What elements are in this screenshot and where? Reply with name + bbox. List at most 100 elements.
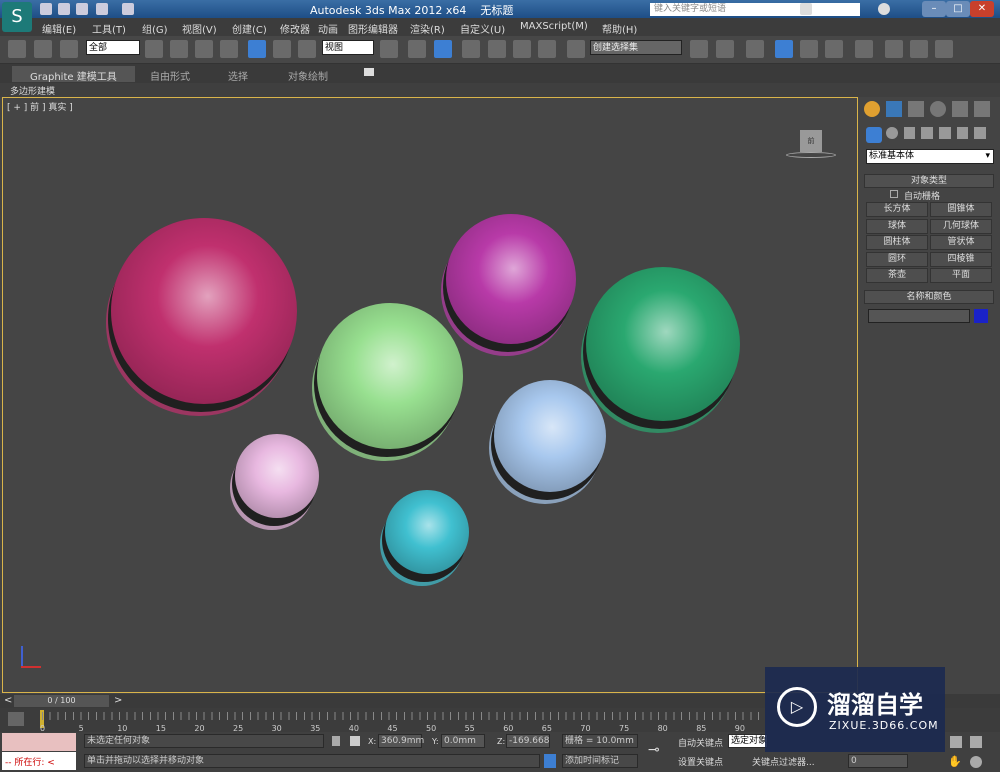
menu-item[interactable]: 视图(V) bbox=[182, 21, 217, 36]
display-tab-icon[interactable] bbox=[952, 101, 968, 117]
tab-selection[interactable]: 选择 bbox=[210, 66, 266, 83]
named-selection-dropdown[interactable]: 创建选择集 bbox=[590, 40, 682, 55]
zoom-extents-icon[interactable] bbox=[950, 736, 962, 748]
motion-tab-icon[interactable] bbox=[930, 101, 946, 117]
reference-coord-dropdown[interactable]: 视图 bbox=[322, 40, 374, 55]
key-filters-button[interactable]: 关键点过滤器... bbox=[752, 755, 815, 768]
graphite-toggle-icon[interactable] bbox=[775, 40, 793, 58]
mini-curve-editor-icon[interactable] bbox=[8, 712, 24, 726]
menu-item[interactable]: 创建(C) bbox=[232, 21, 267, 36]
material-editor-icon[interactable] bbox=[855, 40, 873, 58]
prev-frame-button[interactable]: < bbox=[4, 695, 12, 706]
create-object-button[interactable]: 茶壶 bbox=[866, 268, 928, 283]
menu-item[interactable]: 编辑(E) bbox=[42, 21, 76, 36]
select-object-icon[interactable] bbox=[145, 40, 163, 58]
menu-item[interactable]: 工具(T) bbox=[92, 21, 126, 36]
tab-graphite[interactable]: Graphite 建模工具 bbox=[12, 66, 135, 83]
selection-filter-dropdown[interactable]: 全部 bbox=[86, 40, 140, 55]
utilities-tab-icon[interactable] bbox=[974, 101, 990, 117]
geometry-icon[interactable] bbox=[866, 127, 882, 143]
bind-spacewarp-icon[interactable] bbox=[60, 40, 78, 58]
maxscript-listener[interactable] bbox=[2, 733, 76, 751]
window-crossing-icon[interactable] bbox=[220, 40, 238, 58]
create-object-button[interactable]: 圆环 bbox=[866, 251, 928, 267]
link-icon[interactable] bbox=[8, 40, 26, 58]
menu-item[interactable]: MAXScript(M) bbox=[520, 21, 588, 32]
create-object-button[interactable]: 球体 bbox=[866, 218, 928, 234]
hierarchy-tab-icon[interactable] bbox=[908, 101, 924, 117]
orbit-icon[interactable] bbox=[970, 756, 982, 768]
set-key-button[interactable]: 设置关键点 bbox=[678, 755, 723, 768]
tab-freeform[interactable]: 自由形式 bbox=[132, 66, 208, 83]
move-icon[interactable] bbox=[248, 40, 266, 58]
snap-3d-icon[interactable] bbox=[462, 40, 480, 58]
rendered-frame-icon[interactable] bbox=[910, 40, 928, 58]
schematic-view-icon[interactable] bbox=[825, 40, 843, 58]
create-tab-icon[interactable] bbox=[864, 101, 880, 117]
menu-item[interactable]: 动画 bbox=[318, 21, 338, 36]
object-type-rollout[interactable]: 对象类型 bbox=[864, 174, 994, 188]
create-object-button[interactable]: 管状体 bbox=[930, 235, 992, 250]
sphere[interactable] bbox=[235, 434, 319, 518]
ribbon-options-icon[interactable] bbox=[364, 68, 374, 76]
create-object-button[interactable]: 圆柱体 bbox=[866, 235, 928, 250]
current-frame-input[interactable]: 0 bbox=[848, 754, 908, 768]
auto-key-button[interactable]: 自动关键点 bbox=[678, 736, 723, 749]
menu-item[interactable]: 帮助(H) bbox=[602, 21, 637, 36]
select-by-name-icon[interactable] bbox=[170, 40, 188, 58]
scale-icon[interactable] bbox=[298, 40, 316, 58]
tab-object-paint[interactable]: 对象绘制 bbox=[270, 66, 346, 83]
next-frame-button[interactable]: > bbox=[114, 695, 122, 706]
manipulate-icon[interactable] bbox=[408, 40, 426, 58]
sphere[interactable] bbox=[385, 490, 469, 574]
unlink-icon[interactable] bbox=[34, 40, 52, 58]
open-file-icon[interactable] bbox=[58, 3, 70, 15]
sphere[interactable] bbox=[317, 303, 463, 449]
close-button[interactable]: ✕ bbox=[970, 1, 994, 17]
layer-manager-icon[interactable] bbox=[746, 40, 764, 58]
maxscript-line[interactable]: -- 所在行: < bbox=[2, 752, 76, 770]
viewcube-ring[interactable] bbox=[786, 152, 836, 158]
absolute-mode-icon[interactable] bbox=[350, 736, 360, 746]
spinner-snap-icon[interactable] bbox=[538, 40, 556, 58]
key-icon[interactable]: ⊸ bbox=[648, 742, 660, 758]
new-file-icon[interactable] bbox=[40, 3, 52, 15]
lock-icon[interactable] bbox=[332, 736, 340, 746]
category-dropdown[interactable]: 标准基本体 ▾ bbox=[866, 149, 994, 164]
sphere[interactable] bbox=[111, 218, 297, 404]
create-object-button[interactable]: 四棱锥 bbox=[930, 251, 992, 267]
render-icon[interactable] bbox=[935, 40, 953, 58]
rotate-icon[interactable] bbox=[273, 40, 291, 58]
sphere[interactable] bbox=[586, 267, 740, 421]
save-icon[interactable] bbox=[76, 3, 88, 15]
object-name-input[interactable] bbox=[868, 309, 970, 323]
pan-icon[interactable]: ✋ bbox=[948, 755, 962, 768]
viewport-front[interactable]: [ + ] 前 ] 真实 ] 前 bbox=[2, 97, 858, 693]
help-icon[interactable] bbox=[878, 3, 890, 15]
binoculars-icon[interactable] bbox=[800, 3, 812, 15]
align-icon[interactable] bbox=[716, 40, 734, 58]
z-coord-input[interactable]: -169.668m bbox=[506, 734, 550, 748]
search-input[interactable]: 键入关键字或短语 bbox=[650, 3, 860, 16]
key-mode-dropdown[interactable]: 选定对象 bbox=[728, 734, 768, 748]
sphere[interactable] bbox=[446, 214, 576, 344]
create-object-button[interactable]: 平面 bbox=[930, 268, 992, 283]
rect-selection-icon[interactable] bbox=[195, 40, 213, 58]
viewcube[interactable]: 前 bbox=[800, 130, 822, 152]
app-logo-icon[interactable]: S bbox=[2, 2, 32, 32]
modify-tab-icon[interactable] bbox=[886, 101, 902, 117]
lights-icon[interactable] bbox=[903, 127, 916, 139]
create-object-button[interactable]: 长方体 bbox=[866, 202, 928, 217]
angle-snap-icon[interactable] bbox=[488, 40, 506, 58]
y-coord-input[interactable]: 0.0mm bbox=[441, 734, 485, 748]
curve-editor-icon[interactable] bbox=[800, 40, 818, 58]
field-of-view-icon[interactable] bbox=[970, 736, 982, 748]
auto-grid-checkbox[interactable] bbox=[890, 190, 898, 198]
helpers-icon[interactable] bbox=[939, 127, 951, 139]
edit-named-selection-icon[interactable] bbox=[567, 40, 585, 58]
sphere[interactable] bbox=[494, 380, 606, 492]
menu-item[interactable]: 组(G) bbox=[142, 21, 168, 36]
menu-item[interactable]: 图形编辑器 bbox=[348, 21, 398, 36]
menu-item[interactable]: 修改器 bbox=[280, 21, 310, 36]
render-setup-icon[interactable] bbox=[885, 40, 903, 58]
